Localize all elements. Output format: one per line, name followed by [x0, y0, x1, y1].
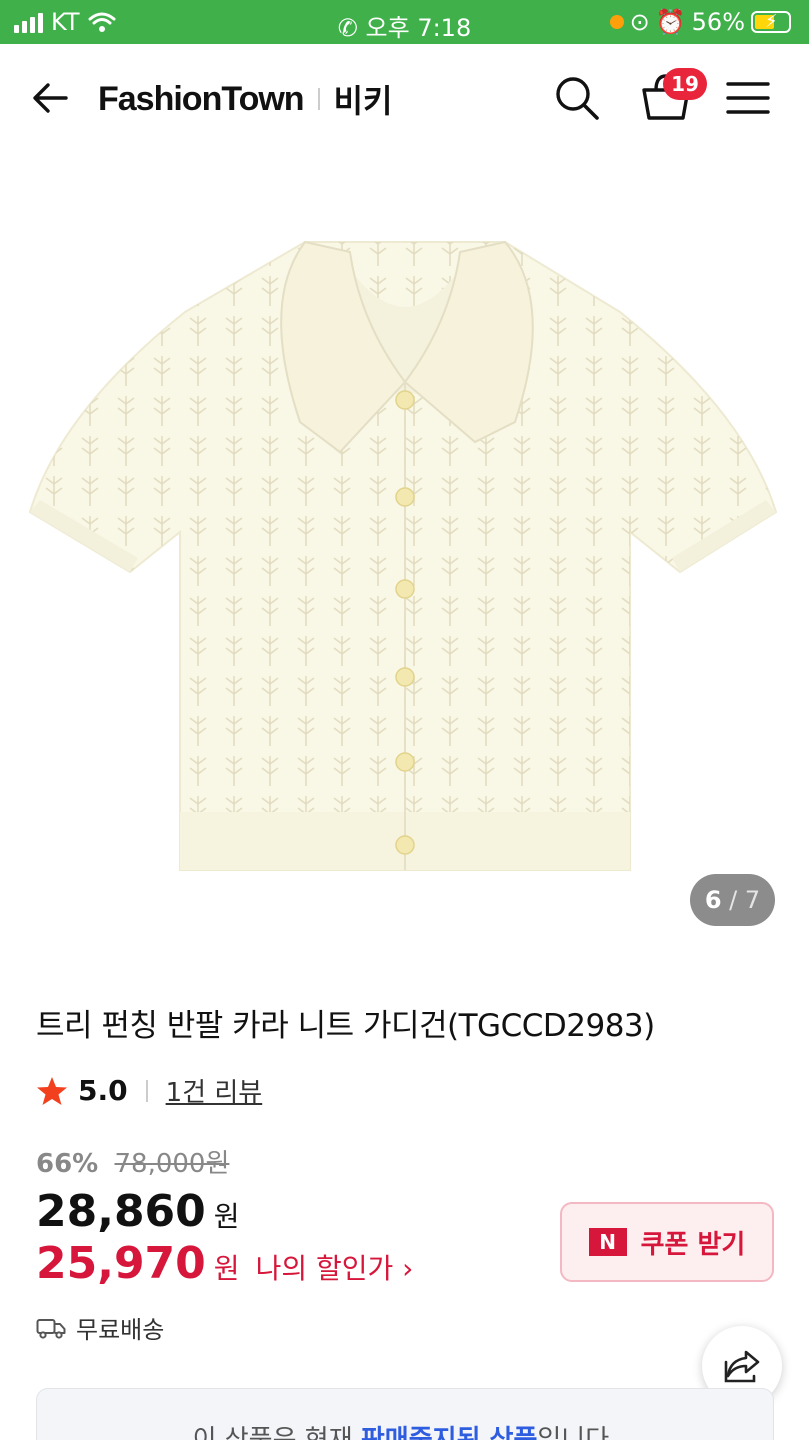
my-discount-price: 25,970: [36, 1238, 206, 1289]
battery-percent: 56%: [691, 8, 745, 36]
original-price: 78,000원: [114, 1149, 230, 1179]
shipping-label: 무료배송: [76, 1316, 165, 1344]
rotation-lock-icon: ⊙: [629, 8, 650, 36]
search-icon[interactable]: [553, 74, 601, 122]
privacy-dot-icon: [609, 15, 624, 29]
total-image-count: 7: [744, 886, 761, 914]
shop-name[interactable]: 비키: [334, 76, 393, 122]
original-price-row: 66% 78,000원: [36, 1143, 229, 1180]
share-icon: [724, 1350, 760, 1383]
notice-prefix: 이 상품은 현재: [192, 1425, 361, 1440]
product-title: 트리 펀칭 반팔 카라 니트 가디건(TGCCD2983): [36, 1008, 655, 1044]
sale-price: 28,860: [36, 1186, 206, 1237]
cart-count-badge: 19: [663, 68, 707, 100]
product-image[interactable]: [0, 152, 809, 942]
notice-suffix: 입니다.: [537, 1425, 618, 1440]
sold-out-notice: 이 상품은 현재 판매중지된 상품입니다.: [36, 1388, 774, 1440]
delivery-truck-icon: [36, 1318, 66, 1339]
brand[interactable]: FashionTown 비키: [98, 76, 392, 122]
notice-highlight: 판매중지된 상품: [360, 1425, 538, 1440]
my-discount-currency: 원: [213, 1252, 240, 1285]
sale-price-currency: 원: [213, 1200, 240, 1233]
alarm-icon: ⏰: [655, 8, 686, 36]
review-count-link[interactable]: 1건 리뷰: [166, 1072, 263, 1109]
image-page-indicator: 6 / 7: [690, 874, 775, 926]
back-arrow-icon[interactable]: [30, 78, 70, 118]
clock-time: 오후 7:18: [365, 14, 472, 42]
discount-percent: 66%: [36, 1149, 99, 1179]
battery-icon: ⚡: [751, 11, 791, 33]
rating-divider: [145, 1079, 148, 1102]
brand-logo[interactable]: FashionTown: [98, 80, 305, 119]
phone-icon: ✆: [337, 14, 358, 42]
rating-row: 5.0 1건 리뷰: [36, 1072, 262, 1109]
image-index-separator: /: [729, 886, 738, 914]
status-bar: KT ✆ 오후 7:18 ⊙ ⏰ 56% ⚡: [0, 0, 809, 44]
get-coupon-label: 쿠폰 받기: [640, 1229, 746, 1260]
top-nav: FashionTown 비키 19: [0, 44, 809, 152]
hamburger-menu-icon[interactable]: [726, 80, 770, 116]
star-icon: [37, 1076, 67, 1105]
rating-score: 5.0: [78, 1074, 128, 1107]
current-image-index: 6: [704, 886, 722, 914]
my-discount-price-row[interactable]: 25,970 원 나의 할인가 ›: [36, 1238, 413, 1289]
cardigan-image: [28, 240, 778, 871]
n-badge-icon: N: [588, 1228, 627, 1256]
my-discount-label[interactable]: 나의 할인가 ›: [256, 1247, 414, 1287]
sale-price-row: 28,860 원: [36, 1186, 240, 1237]
shipping-info: 무료배송: [36, 1310, 164, 1345]
get-coupon-button[interactable]: N 쿠폰 받기: [560, 1202, 774, 1282]
brand-divider: [317, 88, 320, 110]
